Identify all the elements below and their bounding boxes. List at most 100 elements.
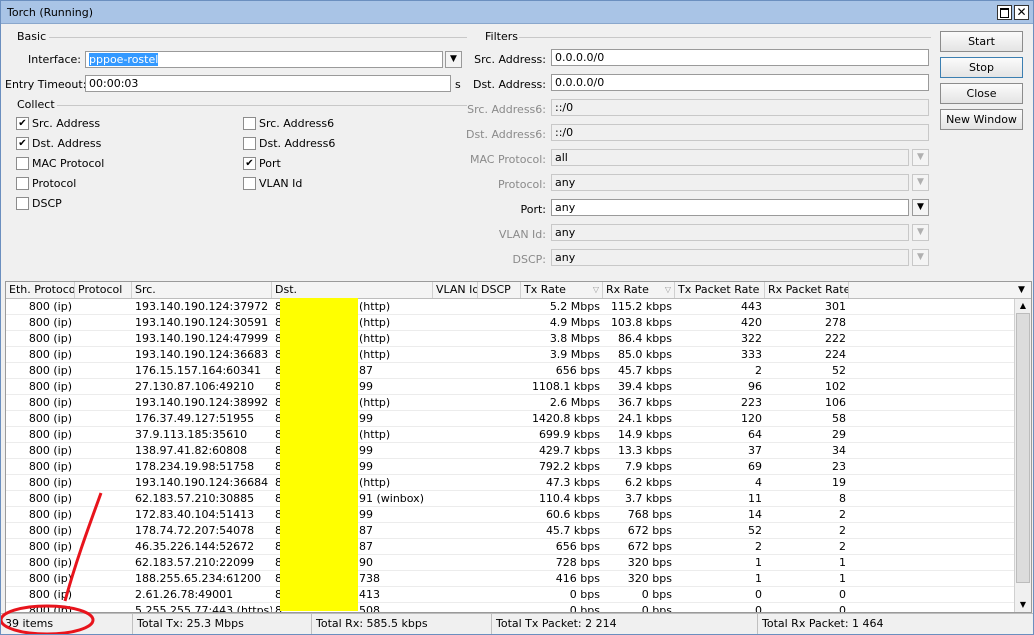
torch-window: Torch (Running) ✕ Basic Interface: pppoe… <box>0 0 1034 635</box>
dscp-filter-field[interactable]: any <box>551 249 909 266</box>
column-header-vlan-id[interactable]: VLAN Id <box>433 282 478 298</box>
column-header-dscp[interactable]: DSCP <box>478 282 521 298</box>
column-header-eth-protocol[interactable]: Eth. Protocol <box>6 282 75 298</box>
column-header-tx-packet-rate[interactable]: Tx Packet Rate <box>675 282 765 298</box>
close-button[interactable]: Close <box>940 83 1023 104</box>
vlan-id-filter-label: VLAN Id: <box>498 228 546 241</box>
column-header-tx-rate[interactable]: Tx Rate ▽ <box>521 282 603 298</box>
stop-button[interactable]: Stop <box>940 57 1023 78</box>
title-bar[interactable]: Torch (Running) ✕ <box>1 1 1033 24</box>
port-filter-field[interactable]: any <box>551 199 909 216</box>
src-address-checkbox[interactable]: ✔ <box>16 117 29 130</box>
cell-tx-packet-rate: 14 <box>748 508 762 521</box>
mac-protocol-checkbox[interactable] <box>16 157 29 170</box>
cell-rx-rate: 14.9 kbps <box>617 428 672 441</box>
cell-eth-protocol: 800 (ip) <box>28 556 72 569</box>
table-row[interactable]: 800 (ip) 193.140.190.124:36683 8 (http) 3.9 … <box>6 347 1014 363</box>
interface-field[interactable]: pppoe-rostel <box>85 51 443 68</box>
column-header-rx-rate[interactable]: Rx Rate ▽ <box>603 282 675 298</box>
table-row[interactable]: 800 (ip) 176.15.157.164:60341 8 87 656 bps 45… <box>6 363 1014 379</box>
table-row[interactable]: 800 (ip) 2.61.26.78:49001 8 413 0 bps 0 bps 0 0 <box>6 587 1014 603</box>
table-row[interactable]: 800 (ip) 178.234.19.98:51758 8 99 792.2 kbps… <box>6 459 1014 475</box>
dst-address6-filter-field[interactable]: ::/0 <box>551 124 929 141</box>
filters-section-label: Filters <box>485 30 518 43</box>
dropdown-arrow-icon[interactable]: ▼ <box>445 51 462 68</box>
cell-protocol <box>75 571 132 586</box>
mac-protocol-filter-field[interactable]: all <box>551 149 909 166</box>
cell-eth-protocol: 800 (ip) <box>28 380 72 393</box>
table-row[interactable]: 800 (ip) 178.74.72.207:54078 8 87 45.7 kbps 6… <box>6 523 1014 539</box>
table-row[interactable]: 800 (ip) 62.183.57.210:22099 8 90 728 bps 320… <box>6 555 1014 571</box>
dropdown-arrow-icon[interactable]: ▼ <box>912 174 929 191</box>
dropdown-arrow-icon[interactable]: ▼ <box>912 199 929 216</box>
table-row[interactable]: 800 (ip) 62.183.57.210:30885 8 91 (winbox) 1… <box>6 491 1014 507</box>
cell-dscp <box>478 443 521 458</box>
cell-eth-protocol: 800 (ip) <box>28 476 72 489</box>
scroll-up-icon[interactable]: ▲ <box>1015 299 1031 313</box>
vertical-scrollbar[interactable]: ▲ ▼ <box>1014 299 1031 612</box>
table-row[interactable]: 800 (ip) 193.140.190.124:37972 8 (http) 5.2 … <box>6 299 1014 315</box>
protocol-filter-field[interactable]: any <box>551 174 909 191</box>
table-row[interactable]: 800 (ip) 176.37.49.127:51955 8 99 1420.8 kbp… <box>6 411 1014 427</box>
close-icon[interactable]: ✕ <box>1014 5 1029 20</box>
cell-tx-packet-rate: 443 <box>741 300 762 313</box>
cell-protocol <box>75 363 132 378</box>
scroll-down-icon[interactable]: ▼ <box>1015 598 1031 612</box>
src-address6-filter-field[interactable]: ::/0 <box>551 99 929 116</box>
cell-protocol <box>75 347 132 362</box>
vlan-id-filter-field[interactable]: any <box>551 224 909 241</box>
table-row[interactable]: 800 (ip) 46.35.226.144:52672 8 87 656 bps 672… <box>6 539 1014 555</box>
dropdown-arrow-icon[interactable]: ▼ <box>912 224 929 241</box>
cell-rx-rate: 86.4 kbps <box>617 332 672 345</box>
table-row[interactable]: 800 (ip) 27.130.87.106:49210 8 99 1108.1 kbp… <box>6 379 1014 395</box>
dst-address6-checkbox[interactable] <box>243 137 256 150</box>
maximize-icon[interactable] <box>997 5 1012 20</box>
start-button[interactable]: Start <box>940 31 1023 52</box>
cell-eth-protocol: 800 (ip) <box>28 428 72 441</box>
column-header-rx-packet-rate[interactable]: Rx Packet Rate <box>765 282 849 298</box>
scrollbar-thumb[interactable] <box>1016 313 1030 583</box>
cell-eth-protocol: 800 (ip) <box>28 588 72 601</box>
dropdown-arrow-icon[interactable]: ▼ <box>912 149 929 166</box>
cell-protocol <box>75 587 132 602</box>
cell-src: 5.255.255.77:443 (https) <box>135 604 272 613</box>
table-row[interactable]: 800 (ip) 188.255.65.234:61200 8 738 416 bps 3… <box>6 571 1014 587</box>
src-address6-checkbox[interactable] <box>243 117 256 130</box>
cell-tx-packet-rate: 420 <box>741 316 762 329</box>
cell-rx-rate: 672 bps <box>627 540 672 553</box>
cell-rx-rate: 7.9 kbps <box>624 460 672 473</box>
table-row[interactable]: 800 (ip) 193.140.190.124:47999 8 (http) 3.8 … <box>6 331 1014 347</box>
cell-tx-packet-rate: 0 <box>755 588 762 601</box>
table-row[interactable]: 800 (ip) 138.97.41.82:60808 8 99 429.7 kbps 1… <box>6 443 1014 459</box>
sort-arrow-icon: ▽ <box>664 285 671 294</box>
column-header-dst[interactable]: Dst. <box>272 282 433 298</box>
vlan-id-checkbox[interactable] <box>243 177 256 190</box>
column-header-src[interactable]: Src. <box>132 282 272 298</box>
table-row[interactable]: 800 (ip) 5.255.255.77:443 (https) 8 508 0 bp… <box>6 603 1014 613</box>
torch-table: Eth. Protocol Protocol Src. Dst. VLAN Id… <box>5 281 1032 613</box>
src-address-filter-field[interactable]: 0.0.0.0/0 <box>551 49 929 66</box>
column-menu-dropdown-icon[interactable]: ▼ <box>1014 282 1031 298</box>
cell-eth-protocol: 800 (ip) <box>28 444 72 457</box>
table-row[interactable]: 800 (ip) 172.83.40.104:51413 8 99 60.6 kbps 7… <box>6 507 1014 523</box>
cell-dst-port: 99 <box>359 444 373 457</box>
table-row[interactable]: 800 (ip) 193.140.190.124:36684 8 (http) 47.3… <box>6 475 1014 491</box>
cell-protocol <box>75 459 132 474</box>
basic-section-label: Basic <box>17 30 47 43</box>
table-row[interactable]: 800 (ip) 37.9.113.185:35610 8 (http) 699.9 k… <box>6 427 1014 443</box>
new-window-button[interactable]: New Window <box>940 109 1023 130</box>
entry-timeout-field[interactable]: 00:00:03 <box>85 75 451 92</box>
port-checkbox[interactable]: ✔ <box>243 157 256 170</box>
dscp-checkbox[interactable] <box>16 197 29 210</box>
cell-eth-protocol: 800 (ip) <box>28 348 72 361</box>
table-row[interactable]: 800 (ip) 193.140.190.124:38992 8 (http) 2.6 … <box>6 395 1014 411</box>
cell-rx-packet-rate: 0 <box>839 588 846 601</box>
cell-protocol <box>75 523 132 538</box>
dropdown-arrow-icon[interactable]: ▼ <box>912 249 929 266</box>
column-header-protocol[interactable]: Protocol <box>75 282 132 298</box>
protocol-checkbox[interactable] <box>16 177 29 190</box>
dst-address-filter-field[interactable]: 0.0.0.0/0 <box>551 74 929 91</box>
table-row[interactable]: 800 (ip) 193.140.190.124:30591 8 (http) 4.9 … <box>6 315 1014 331</box>
dst-address-checkbox[interactable]: ✔ <box>16 137 29 150</box>
cell-dscp <box>478 555 521 570</box>
